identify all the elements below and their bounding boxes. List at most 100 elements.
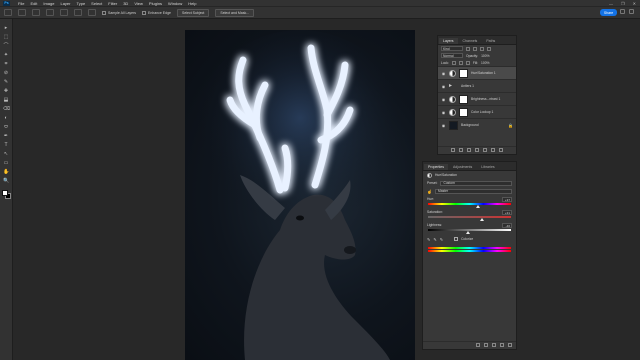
reset-icon[interactable]: [492, 343, 496, 347]
angle-icon[interactable]: [88, 9, 96, 16]
clip-to-layer-icon[interactable]: [476, 343, 480, 347]
new-adjustment-icon[interactable]: [475, 148, 479, 152]
preset-select[interactable]: Custom: [440, 180, 512, 186]
filter-pixel-icon[interactable]: [466, 46, 470, 51]
menu-filter[interactable]: Filter: [108, 1, 117, 6]
filter-type-icon[interactable]: [480, 46, 484, 51]
rectangle-tool-icon[interactable]: ▭: [3, 160, 9, 166]
saturation-slider[interactable]: [428, 216, 511, 221]
subtract-from-selection-icon[interactable]: [60, 9, 68, 16]
quick-selection-tool-icon[interactable]: ✦: [3, 52, 9, 58]
hue-slider-knob[interactable]: [475, 205, 480, 208]
delete-adjustment-icon[interactable]: [508, 343, 512, 347]
healing-brush-tool-icon[interactable]: ✚: [3, 88, 9, 94]
menu-edit[interactable]: Edit: [30, 1, 37, 6]
filter-shape-icon[interactable]: [487, 46, 491, 51]
share-button[interactable]: Share: [600, 9, 617, 16]
tab-paths[interactable]: Paths: [482, 38, 499, 44]
eyedropper-plus-icon[interactable]: ✎: [433, 237, 436, 242]
eyedropper-minus-icon[interactable]: ✎: [440, 237, 443, 242]
lock-all-icon[interactable]: [465, 60, 470, 65]
select-and-mask-button[interactable]: Select and Mask...: [215, 8, 255, 17]
eye-icon[interactable]: ◉: [441, 123, 446, 128]
channel-select[interactable]: Master: [435, 188, 512, 194]
saturation-slider-knob[interactable]: [479, 218, 484, 221]
eyedropper-tool-icon[interactable]: ✎: [3, 79, 9, 85]
menu-view[interactable]: View: [134, 1, 143, 6]
saturation-value[interactable]: +31: [502, 209, 512, 215]
path-selection-tool-icon[interactable]: ↖: [3, 151, 9, 157]
sample-all-layers-checkbox[interactable]: Sample All Layers: [102, 10, 136, 15]
layer-row[interactable]: ◉ Hue/Saturation 1: [438, 66, 516, 79]
menu-help[interactable]: Help: [188, 1, 196, 6]
select-subject-button[interactable]: Select Subject: [176, 8, 210, 17]
menu-window[interactable]: Window: [168, 1, 182, 6]
brush-size-icon[interactable]: [74, 9, 82, 16]
layer-row[interactable]: ◉ Color Lookup 1: [438, 105, 516, 118]
layer-row[interactable]: ◉ ▸ Antlers 1: [438, 79, 516, 92]
workspace-icon[interactable]: [629, 9, 634, 14]
tab-properties[interactable]: Properties: [424, 164, 448, 170]
lock-icon[interactable]: 🔒: [508, 123, 513, 128]
crop-tool-icon[interactable]: ⌗: [3, 61, 9, 67]
brush-tool-icon[interactable]: ⬓: [3, 97, 9, 103]
move-tool-icon[interactable]: ▸: [3, 25, 9, 31]
photoshop-logo[interactable]: Ps: [3, 0, 10, 6]
lightness-slider[interactable]: [428, 229, 511, 234]
foreground-background-colors[interactable]: [1, 190, 11, 199]
layer-row[interactable]: ◉ Background 🔒: [438, 118, 516, 131]
pen-tool-icon[interactable]: ✒: [3, 133, 9, 139]
zoom-tool-icon[interactable]: 🔍: [3, 178, 9, 184]
eraser-tool-icon[interactable]: ⌫: [3, 106, 10, 112]
targeted-adjustment-icon[interactable]: ☝: [427, 189, 432, 194]
enhance-edge-checkbox[interactable]: Enhance Edge: [142, 10, 171, 15]
hand-tool-icon[interactable]: ✋: [3, 169, 9, 175]
add-mask-icon[interactable]: [467, 148, 471, 152]
filter-adjustment-icon[interactable]: [473, 46, 477, 51]
menu-select[interactable]: Select: [91, 1, 102, 6]
eye-icon[interactable]: ◉: [441, 84, 446, 89]
lock-pixels-icon[interactable]: [451, 60, 456, 65]
type-tool-icon[interactable]: T: [3, 142, 9, 148]
menu-type[interactable]: Type: [77, 1, 86, 6]
document-canvas[interactable]: [185, 30, 415, 360]
fill-value[interactable]: 100%: [481, 61, 489, 65]
gradient-tool-icon[interactable]: ◐: [3, 115, 9, 121]
new-layer-icon[interactable]: [491, 148, 495, 152]
hue-value[interactable]: +37: [502, 196, 512, 202]
visibility-icon[interactable]: [500, 343, 504, 347]
lasso-tool-icon[interactable]: ⌒: [3, 43, 9, 49]
colorize-checkbox[interactable]: [454, 237, 459, 241]
home-icon[interactable]: [4, 9, 12, 16]
new-selection-icon[interactable]: [32, 9, 40, 16]
menu-file[interactable]: File: [18, 1, 24, 6]
new-group-icon[interactable]: [483, 148, 487, 152]
menu-plugins[interactable]: Plugins: [149, 1, 162, 6]
eye-icon[interactable]: ◉: [441, 97, 446, 102]
link-layers-icon[interactable]: [451, 148, 455, 152]
tab-layers[interactable]: Layers: [439, 38, 458, 44]
lightness-slider-knob[interactable]: [465, 231, 470, 234]
maximize-icon[interactable]: ❐: [621, 1, 625, 6]
dodge-tool-icon[interactable]: ⬭: [3, 124, 9, 130]
layer-mask-thumbnail[interactable]: [459, 107, 468, 117]
layer-mask-thumbnail[interactable]: [459, 68, 468, 78]
frame-tool-icon[interactable]: ⊘: [3, 70, 9, 76]
fx-icon[interactable]: [459, 148, 463, 152]
close-icon[interactable]: ✕: [633, 1, 636, 6]
menu-image[interactable]: Image: [43, 1, 54, 6]
tab-libraries[interactable]: Libraries: [477, 164, 498, 170]
tab-adjustments[interactable]: Adjustments: [449, 164, 476, 170]
layer-row[interactable]: ◉ Brightness...ntrast 1: [438, 92, 516, 105]
tab-channels[interactable]: Channels: [459, 38, 482, 44]
eye-icon[interactable]: ◉: [441, 71, 446, 76]
eye-icon[interactable]: ◉: [441, 110, 446, 115]
eyedropper-icon[interactable]: ✎: [427, 237, 430, 242]
menu-3d[interactable]: 3D: [123, 1, 128, 6]
lightness-value[interactable]: -46: [502, 222, 512, 228]
trash-icon[interactable]: [499, 148, 503, 152]
minimize-icon[interactable]: —: [609, 1, 613, 6]
quick-selection-tool-icon[interactable]: [18, 9, 26, 16]
layer-kind-select[interactable]: Kind: [441, 46, 463, 51]
hue-slider[interactable]: [428, 203, 511, 208]
